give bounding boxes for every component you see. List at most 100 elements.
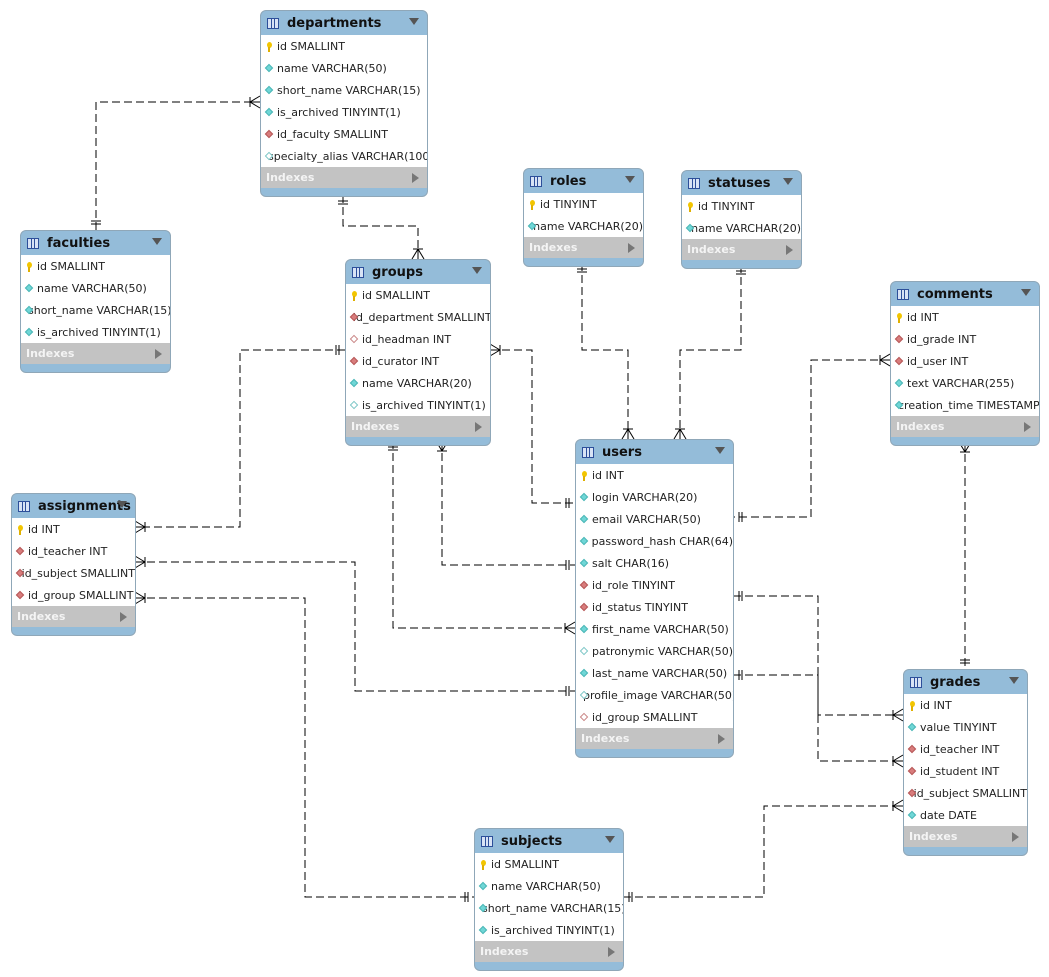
expand-arrow-icon[interactable] — [718, 734, 725, 744]
column-row[interactable]: id_user INT — [891, 350, 1039, 372]
indexes-section[interactable]: Indexes — [682, 239, 801, 260]
expand-arrow-icon[interactable] — [412, 173, 419, 183]
column-row[interactable]: id_teacher INT — [12, 540, 135, 562]
column-row[interactable]: profile_image VARCHAR(50) — [576, 684, 733, 706]
column-row[interactable]: creation_time TIMESTAMP — [891, 394, 1039, 416]
indexes-section[interactable]: Indexes — [524, 237, 643, 258]
table-grades[interactable]: grades id INT value TINYINT id_teacher INT i… — [903, 669, 1028, 856]
column-row[interactable]: id TINYINT — [682, 195, 801, 217]
column-row[interactable]: password_hash CHAR(64) — [576, 530, 733, 552]
column-row[interactable]: id_teacher INT — [904, 738, 1027, 760]
table-comments[interactable]: comments id INT id_grade INT id_user INT tex… — [890, 281, 1040, 446]
collapse-arrow-icon[interactable] — [152, 238, 162, 245]
table-header[interactable]: users — [576, 440, 733, 464]
table-header[interactable]: subjects — [475, 829, 623, 853]
indexes-section[interactable]: Indexes — [576, 728, 733, 749]
column-row[interactable]: value TINYINT — [904, 716, 1027, 738]
column-row[interactable]: id_headman INT — [346, 328, 490, 350]
collapse-arrow-icon[interactable] — [715, 447, 725, 454]
collapse-arrow-icon[interactable] — [1009, 677, 1019, 684]
indexes-section[interactable]: Indexes — [904, 826, 1027, 847]
column-row[interactable]: id SMALLINT — [261, 35, 427, 57]
column-row[interactable]: id_subject SMALLINT — [12, 562, 135, 584]
column-row[interactable]: id SMALLINT — [346, 284, 490, 306]
expand-arrow-icon[interactable] — [628, 243, 635, 253]
column-row[interactable]: id_student INT — [904, 760, 1027, 782]
collapse-arrow-icon[interactable] — [625, 176, 635, 183]
column-row[interactable]: is_archived TINYINT(1) — [261, 101, 427, 123]
column-row[interactable]: id INT — [904, 694, 1027, 716]
column-row[interactable]: id_group SMALLINT — [576, 706, 733, 728]
column-row[interactable]: email VARCHAR(50) — [576, 508, 733, 530]
column-row[interactable]: first_name VARCHAR(50) — [576, 618, 733, 640]
indexes-section[interactable]: Indexes — [891, 416, 1039, 437]
collapse-arrow-icon[interactable] — [117, 501, 127, 508]
column-row[interactable]: short_name VARCHAR(15) — [261, 79, 427, 101]
table-header[interactable]: comments — [891, 282, 1039, 306]
column-row[interactable]: login VARCHAR(20) — [576, 486, 733, 508]
column-row[interactable]: name VARCHAR(20) — [524, 215, 643, 237]
table-roles[interactable]: roles id TINYINT name VARCHAR(20) Indexes — [523, 168, 644, 267]
column-row[interactable]: text VARCHAR(255) — [891, 372, 1039, 394]
table-header[interactable]: groups — [346, 260, 490, 284]
expand-arrow-icon[interactable] — [155, 349, 162, 359]
table-header[interactable]: departments — [261, 11, 427, 35]
column-row[interactable]: date DATE — [904, 804, 1027, 826]
column-row[interactable]: id SMALLINT — [475, 853, 623, 875]
column-row[interactable]: id_role TINYINT — [576, 574, 733, 596]
expand-arrow-icon[interactable] — [1024, 422, 1031, 432]
collapse-arrow-icon[interactable] — [605, 836, 615, 843]
collapse-arrow-icon[interactable] — [1021, 289, 1031, 296]
indexes-section[interactable]: Indexes — [346, 416, 490, 437]
indexes-section[interactable]: Indexes — [475, 941, 623, 962]
collapse-arrow-icon[interactable] — [472, 267, 482, 274]
table-header[interactable]: statuses — [682, 171, 801, 195]
table-header[interactable]: grades — [904, 670, 1027, 694]
column-row[interactable]: short_name VARCHAR(15) — [21, 299, 170, 321]
column-row[interactable]: id INT — [576, 464, 733, 486]
table-subjects[interactable]: subjects id SMALLINT name VARCHAR(50) short… — [474, 828, 624, 971]
table-statuses[interactable]: statuses id TINYINT name VARCHAR(20) Indexe… — [681, 170, 802, 269]
collapse-arrow-icon[interactable] — [409, 18, 419, 25]
column-row[interactable]: short_name VARCHAR(15) — [475, 897, 623, 919]
indexes-section[interactable]: Indexes — [12, 606, 135, 627]
table-users[interactable]: users id INT login VARCHAR(20) email VARCHA… — [575, 439, 734, 758]
expand-arrow-icon[interactable] — [120, 612, 127, 622]
column-row[interactable]: specialty_alias VARCHAR(100) — [261, 145, 427, 167]
column-row[interactable]: id TINYINT — [524, 193, 643, 215]
column-row[interactable]: id INT — [12, 518, 135, 540]
column-row[interactable]: id_status TINYINT — [576, 596, 733, 618]
column-row[interactable]: patronymic VARCHAR(50) — [576, 640, 733, 662]
table-assignments[interactable]: assignments id INT id_teacher INT id_subjec… — [11, 493, 136, 636]
column-row[interactable]: is_archived TINYINT(1) — [475, 919, 623, 941]
column-row[interactable]: is_archived TINYINT(1) — [21, 321, 170, 343]
indexes-section[interactable]: Indexes — [261, 167, 427, 188]
table-header[interactable]: roles — [524, 169, 643, 193]
expand-arrow-icon[interactable] — [475, 422, 482, 432]
column-row[interactable]: id_group SMALLINT — [12, 584, 135, 606]
table-groups[interactable]: groups id SMALLINT id_department SMALLINT i… — [345, 259, 491, 446]
column-row[interactable]: id_faculty SMALLINT — [261, 123, 427, 145]
column-row[interactable]: name VARCHAR(50) — [21, 277, 170, 299]
indexes-section[interactable]: Indexes — [21, 343, 170, 364]
expand-arrow-icon[interactable] — [1012, 832, 1019, 842]
column-row[interactable]: id_grade INT — [891, 328, 1039, 350]
column-row[interactable]: is_archived TINYINT(1) — [346, 394, 490, 416]
column-row[interactable]: last_name VARCHAR(50) — [576, 662, 733, 684]
column-row[interactable]: name VARCHAR(20) — [682, 217, 801, 239]
column-row[interactable]: name VARCHAR(20) — [346, 372, 490, 394]
table-header[interactable]: assignments — [12, 494, 135, 518]
column-row[interactable]: name VARCHAR(50) — [261, 57, 427, 79]
column-row[interactable]: id_subject SMALLINT — [904, 782, 1027, 804]
column-row[interactable]: name VARCHAR(50) — [475, 875, 623, 897]
column-row[interactable]: salt CHAR(16) — [576, 552, 733, 574]
table-header[interactable]: faculties — [21, 231, 170, 255]
expand-arrow-icon[interactable] — [786, 245, 793, 255]
expand-arrow-icon[interactable] — [608, 947, 615, 957]
column-row[interactable]: id_department SMALLINT — [346, 306, 490, 328]
column-row[interactable]: id SMALLINT — [21, 255, 170, 277]
column-row[interactable]: id INT — [891, 306, 1039, 328]
column-row[interactable]: id_curator INT — [346, 350, 490, 372]
table-faculties[interactable]: faculties id SMALLINT name VARCHAR(50) shor… — [20, 230, 171, 373]
collapse-arrow-icon[interactable] — [783, 178, 793, 185]
